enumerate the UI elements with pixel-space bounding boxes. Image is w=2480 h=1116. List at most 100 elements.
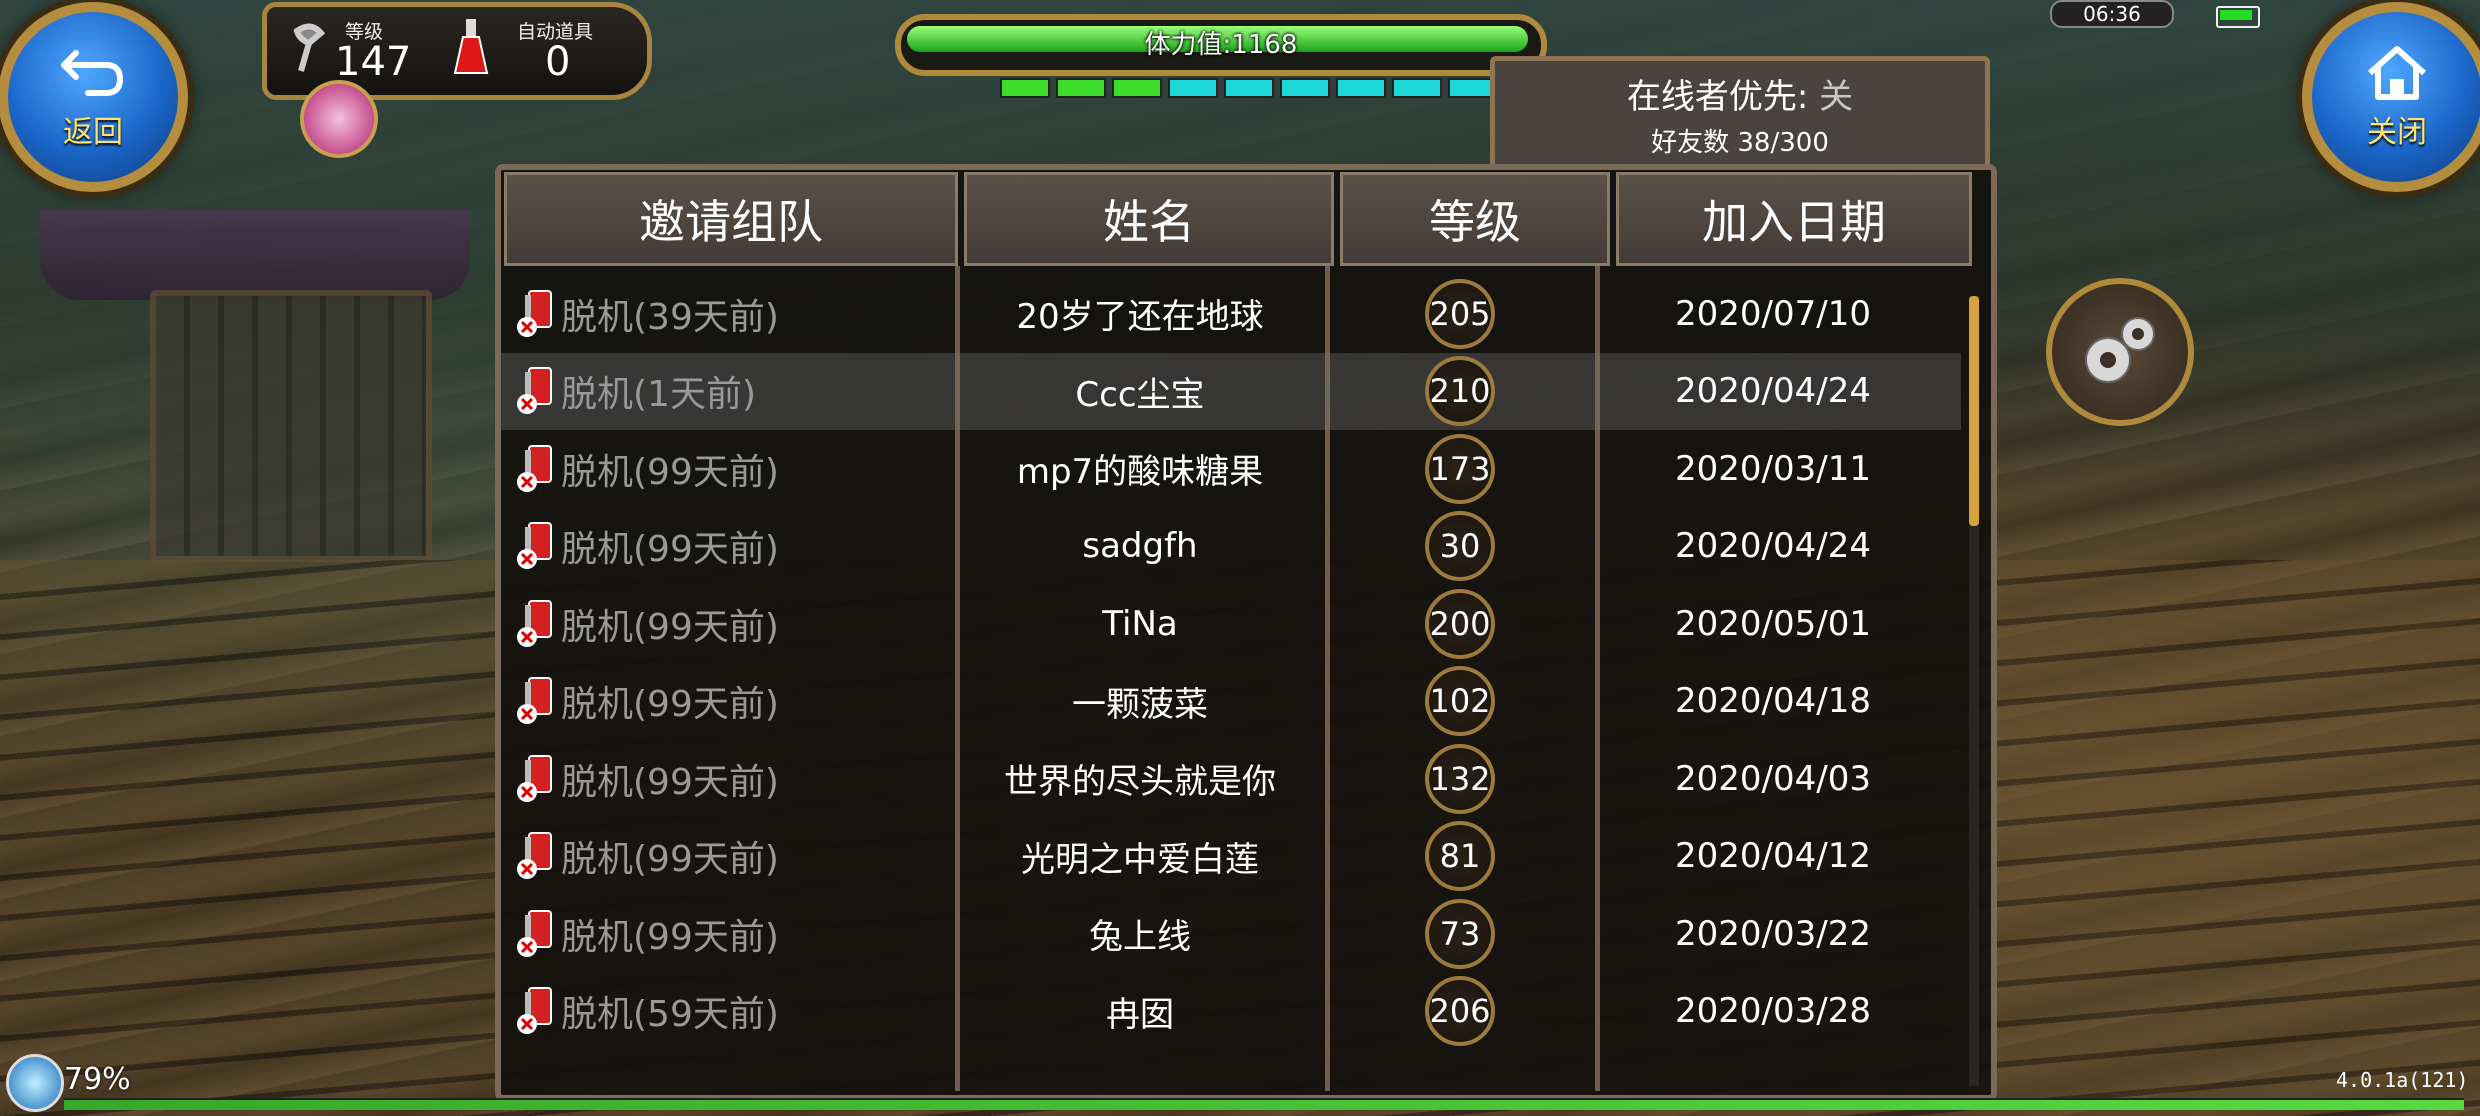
header-level[interactable]: 等级 (1340, 172, 1610, 266)
status-text: 脱机(99天前) (561, 761, 779, 803)
offline-phone-icon (517, 289, 552, 337)
level-badge: 81 (1425, 821, 1495, 892)
table-header: 邀请组队 姓名 等级 加入日期 (501, 170, 1991, 266)
scroll-thumb[interactable] (1969, 296, 1979, 526)
table-row[interactable]: 脱机(59天前) 冉囡 206 2020/03/28 (501, 973, 1961, 1051)
offline-phone-icon (517, 909, 552, 957)
table-row[interactable]: 脱机(1天前) Ccc尘宝 210 2020/04/24 (501, 352, 1961, 430)
energy-segments (1000, 78, 1498, 98)
battery-icon (2216, 6, 2260, 28)
level-cell: 132 (1325, 743, 1595, 814)
offline-phone-icon (517, 599, 552, 647)
potion-icon (453, 19, 489, 74)
sync-icon (6, 1054, 64, 1112)
level-badge: 73 (1425, 898, 1495, 969)
invite-cell[interactable]: 脱机(99天前) (501, 443, 955, 495)
sync-percent: 79% (64, 1062, 131, 1097)
invite-cell[interactable]: 脱机(99天前) (501, 598, 955, 650)
join-date: 2020/03/22 (1675, 913, 1871, 954)
status-text: 脱机(99天前) (561, 684, 779, 726)
gift-icon[interactable] (300, 80, 378, 158)
level-value: 147 (335, 39, 412, 85)
status-text: 脱机(99天前) (561, 839, 779, 881)
join-date: 2020/04/12 (1675, 836, 1871, 877)
table-row[interactable]: 脱机(99天前) TiNa 200 2020/05/01 (501, 585, 1961, 663)
online-priority-label: 在线者优先: (1626, 77, 1809, 117)
energy-segment (1224, 78, 1274, 98)
background-awning (40, 210, 470, 300)
auto-item-value[interactable]: 0 (545, 39, 570, 85)
status-text: 脱机(59天前) (561, 994, 779, 1036)
offline-phone-icon (517, 444, 552, 492)
scrollbar[interactable] (1969, 296, 1979, 1086)
friend-rows: 脱机(39天前) 20岁了还在地球 205 2020/07/10 脱机(1天前) Ccc尘… (501, 275, 1961, 1050)
level-cell: 30 (1325, 511, 1595, 582)
back-label: 返回 (63, 115, 123, 150)
gears-icon (2085, 317, 2155, 383)
level-badge: 132 (1425, 743, 1495, 814)
status-text: 脱机(99天前) (561, 529, 779, 571)
header-invite[interactable]: 邀请组队 (504, 172, 958, 266)
level-badge: 206 (1425, 976, 1495, 1047)
energy-segment (1392, 78, 1442, 98)
level-cell: 173 (1325, 433, 1595, 504)
status-text: 脱机(39天前) (561, 296, 779, 338)
friend-name: mp7的酸味糖果 (1016, 452, 1264, 493)
status-text: 脱机(1天前) (561, 374, 756, 416)
table-row[interactable]: 脱机(99天前) 世界的尽头就是你 132 2020/04/03 (501, 740, 1961, 818)
invite-cell[interactable]: 脱机(99天前) (501, 908, 955, 960)
invite-cell[interactable]: 脱机(99天前) (501, 830, 955, 882)
energy-segment (1168, 78, 1218, 98)
level-badge: 210 (1425, 356, 1495, 427)
table-row[interactable]: 脱机(99天前) mp7的酸味糖果 173 2020/03/11 (501, 430, 1961, 508)
header-name[interactable]: 姓名 (964, 172, 1334, 266)
table-row[interactable]: 脱机(39天前) 20岁了还在地球 205 2020/07/10 (501, 275, 1961, 353)
wrench-icon (293, 23, 326, 72)
level-cell: 200 (1325, 588, 1595, 659)
invite-cell[interactable]: 脱机(99天前) (501, 675, 955, 727)
table-row[interactable]: 脱机(99天前) 光明之中爱白莲 81 2020/04/12 (501, 818, 1961, 896)
settings-button[interactable] (2046, 278, 2194, 426)
table-row[interactable]: 脱机(99天前) sadgfh 30 2020/04/24 (501, 508, 1961, 586)
stamina-bar: 体力值:1168 (895, 14, 1547, 76)
offline-phone-icon (517, 832, 552, 880)
table-row[interactable]: 脱机(99天前) 兔上线 73 2020/03/22 (501, 895, 1961, 973)
friend-name: sadgfh (1082, 526, 1198, 567)
invite-cell[interactable]: 脱机(99天前) (501, 753, 955, 805)
background-door (150, 290, 432, 562)
friend-list-panel: 邀请组队 姓名 等级 加入日期 脱机(39天前) 20岁了还在地球 205 2020/… (495, 164, 1997, 1101)
join-date: 2020/04/24 (1675, 526, 1871, 567)
join-date: 2020/04/18 (1675, 681, 1871, 722)
join-date: 2020/04/24 (1675, 371, 1871, 412)
online-priority-value[interactable]: 关 (1819, 77, 1853, 117)
level-cell: 210 (1325, 356, 1595, 427)
version-label: 4.0.1a(121) (2336, 1068, 2469, 1092)
energy-segment (1000, 78, 1050, 98)
energy-segment (1336, 78, 1386, 98)
close-button[interactable]: 关闭 (2302, 2, 2480, 192)
level-cell: 102 (1325, 666, 1595, 737)
invite-cell[interactable]: 脱机(99天前) (501, 520, 955, 572)
friend-name: Ccc尘宝 (1075, 374, 1205, 415)
level-cell: 206 (1325, 976, 1595, 1047)
online-priority-box[interactable]: 在线者优先: 关 好友数 38/300 (1490, 56, 1990, 170)
energy-segment (1280, 78, 1330, 98)
invite-cell[interactable]: 脱机(59天前) (501, 985, 955, 1037)
friend-name: 20岁了还在地球 (1016, 297, 1264, 338)
back-button[interactable]: 返回 (0, 2, 188, 192)
invite-cell[interactable]: 脱机(1天前) (501, 365, 955, 417)
friend-name: 光明之中爱白莲 (1021, 839, 1259, 880)
invite-cell[interactable]: 脱机(39天前) (501, 288, 955, 340)
header-date[interactable]: 加入日期 (1616, 172, 1972, 266)
join-date: 2020/05/01 (1675, 603, 1871, 644)
join-date: 2020/03/28 (1675, 991, 1871, 1032)
energy-segment (1056, 78, 1106, 98)
friend-name: 冉囡 (1106, 994, 1174, 1035)
level-cell: 205 (1325, 278, 1595, 349)
join-date: 2020/07/10 (1675, 293, 1871, 334)
offline-phone-icon (517, 987, 552, 1035)
table-row[interactable]: 脱机(99天前) 一颗菠菜 102 2020/04/18 (501, 663, 1961, 741)
back-arrow-icon (61, 50, 123, 96)
join-date: 2020/04/03 (1675, 758, 1871, 799)
level-badge: 205 (1425, 278, 1495, 349)
